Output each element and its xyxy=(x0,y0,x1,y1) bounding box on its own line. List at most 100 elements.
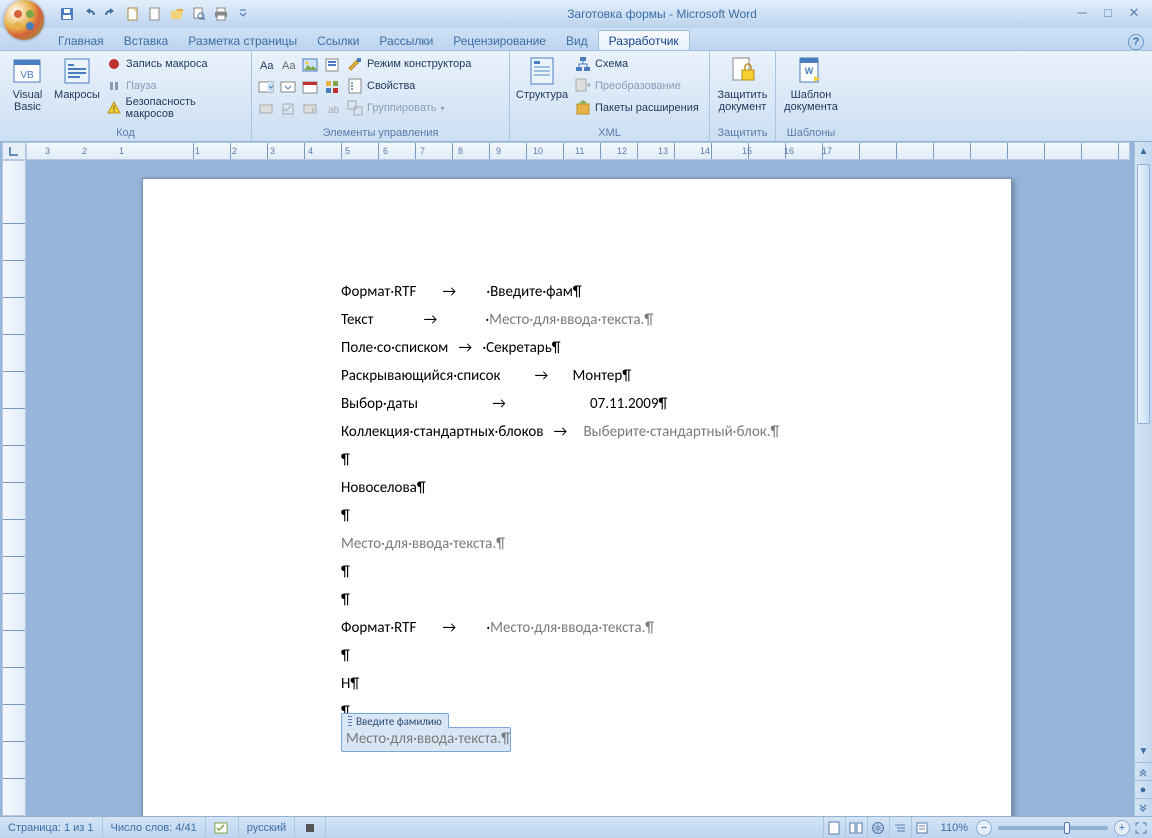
structure-button[interactable]: Структура xyxy=(514,53,570,103)
preview-icon[interactable] xyxy=(190,5,208,23)
save-icon[interactable] xyxy=(58,5,76,23)
zoom-level[interactable]: 110% xyxy=(933,817,976,838)
tab-references[interactable]: Ссылки xyxy=(307,31,369,50)
picture-control-icon[interactable] xyxy=(300,55,320,75)
tab-selector[interactable] xyxy=(2,142,26,160)
print-icon[interactable] xyxy=(212,5,230,23)
schema-label: Схема xyxy=(595,58,628,70)
proofing-status[interactable] xyxy=(206,817,239,838)
content-control-title[interactable]: Введите фамилию xyxy=(341,713,449,728)
tab-layout[interactable]: Разметка страницы xyxy=(178,31,307,50)
tab-insert[interactable]: Вставка xyxy=(114,31,179,50)
text-line[interactable]: Н¶ xyxy=(341,675,359,693)
combobox-control-icon[interactable] xyxy=(256,77,276,97)
zoom-slider[interactable] xyxy=(998,826,1108,830)
richtext-control-icon[interactable]: Aa xyxy=(256,55,276,75)
new-icon[interactable] xyxy=(124,5,142,23)
placeholder-text[interactable]: Место·для·ввода·текста. xyxy=(489,311,653,329)
macro-record-status[interactable] xyxy=(295,817,326,838)
expansion-packs-button[interactable]: Пакеты расширения xyxy=(572,97,702,119)
draft-view-icon[interactable] xyxy=(911,817,933,838)
fullscreen-reading-view-icon[interactable] xyxy=(845,817,867,838)
zoom-slider-thumb[interactable] xyxy=(1064,822,1070,834)
maximize-button[interactable]: □ xyxy=(1098,7,1118,21)
placeholder-text[interactable]: Выберите·стандартный·блок. xyxy=(583,423,779,441)
tab-arrow: → xyxy=(490,395,508,413)
tab-review[interactable]: Рецензирование xyxy=(443,31,556,50)
value[interactable]: Монтер xyxy=(572,367,631,385)
legacy-controls-gallery: ab xyxy=(256,99,342,119)
content-control[interactable]: Введите фамилию Место·для·ввода·текста.¶ xyxy=(341,727,511,752)
content-control-placeholder[interactable]: Место·для·ввода·текста.¶ xyxy=(342,728,510,750)
ruler-number: 17 xyxy=(822,146,832,156)
language-status[interactable]: русский xyxy=(239,817,295,838)
scroll-down-icon[interactable]: ▼ xyxy=(1135,742,1152,760)
text-line[interactable]: Новоселова¶ xyxy=(341,479,426,497)
protect-document-button[interactable]: Защитить документ xyxy=(714,53,771,115)
design-mode-button[interactable]: Режим конструктора xyxy=(344,53,474,75)
window-title: Заготовка формы - Microsoft Word xyxy=(252,7,1072,21)
scroll-thumb[interactable] xyxy=(1137,164,1150,424)
word-count[interactable]: Число слов: 4/41 xyxy=(103,817,206,838)
web-layout-view-icon[interactable] xyxy=(867,817,889,838)
office-button[interactable] xyxy=(4,0,44,40)
page-status[interactable]: Страница: 1 из 1 xyxy=(0,817,103,838)
macros-button[interactable]: Макросы xyxy=(53,53,101,103)
help-icon[interactable]: ? xyxy=(1128,34,1144,50)
placeholder-text[interactable]: Место·для·ввода·текста.¶ xyxy=(341,535,505,553)
previous-page-icon[interactable] xyxy=(1134,762,1152,780)
blank-icon[interactable] xyxy=(146,5,164,23)
datepicker-control-icon[interactable] xyxy=(300,77,320,97)
tab-view[interactable]: Вид xyxy=(556,31,598,50)
tab-developer[interactable]: Разработчик xyxy=(598,30,690,50)
print-layout-view-icon[interactable] xyxy=(823,817,845,838)
group-xml: Структура Схема Преобразование Пакеты ра… xyxy=(510,51,710,141)
schema-button[interactable]: Схема xyxy=(572,53,702,75)
ruler-number: 6 xyxy=(383,146,388,156)
value[interactable]: 07.11.2009 xyxy=(590,395,667,413)
value[interactable]: Введите·фам xyxy=(490,283,582,301)
plaintext-control-icon[interactable]: Aa xyxy=(278,55,298,75)
qat-customize-icon[interactable] xyxy=(234,5,252,23)
record-macro-button[interactable]: Запись макроса xyxy=(103,53,247,75)
page[interactable]: Формат·RTF→·Введите·фам Текст→·Место·для… xyxy=(142,178,1012,816)
macros-icon xyxy=(61,55,93,87)
buildingblock-control-icon[interactable] xyxy=(322,55,342,75)
svg-text:W: W xyxy=(805,66,814,76)
tab-mailings[interactable]: Рассылки xyxy=(369,31,443,50)
properties-button[interactable]: Свойства xyxy=(344,75,474,97)
paragraph-mark: ¶ xyxy=(341,647,350,665)
placeholder-text[interactable]: Место·для·ввода·текста. xyxy=(490,619,654,637)
next-page-icon[interactable] xyxy=(1134,798,1152,816)
legacy-control-3 xyxy=(300,99,320,119)
macro-security-label: Безопасность макросов xyxy=(126,96,244,120)
macro-security-button[interactable]: ! Безопасность макросов xyxy=(103,97,247,119)
group-code-label: Код xyxy=(4,126,247,141)
visual-basic-button[interactable]: VB Visual Basic xyxy=(4,53,51,115)
zoom-out-button[interactable]: − xyxy=(976,820,992,836)
page-content[interactable]: Формат·RTF→·Введите·фам Текст→·Место·для… xyxy=(143,179,1011,752)
redo-icon[interactable] xyxy=(102,5,120,23)
dropdown-arrow-icon: ▾ xyxy=(441,104,445,113)
select-browse-object-icon[interactable]: ● xyxy=(1134,780,1152,798)
group-protect: Защитить документ Защитить xyxy=(710,51,776,141)
close-button[interactable]: ✕ xyxy=(1124,7,1144,21)
zoom-in-button[interactable]: + xyxy=(1114,820,1130,836)
value[interactable]: Секретарь xyxy=(486,339,560,357)
open-icon[interactable] xyxy=(168,5,186,23)
zoom-fit-icon[interactable] xyxy=(1130,817,1152,838)
minimize-button[interactable]: ─ xyxy=(1072,7,1092,21)
legacy-tools-icon[interactable] xyxy=(322,77,342,97)
horizontal-ruler[interactable]: 3211234567891011121314151617 xyxy=(26,142,1130,160)
structure-label: Структура xyxy=(516,89,568,101)
visual-basic-icon: VB xyxy=(11,55,43,87)
vertical-scrollbar[interactable]: ▲ ▼ ● xyxy=(1134,142,1152,816)
document-template-button[interactable]: W Шаблон документа xyxy=(780,53,842,115)
undo-icon[interactable] xyxy=(80,5,98,23)
tab-home[interactable]: Главная xyxy=(48,31,114,50)
dropdown-control-icon[interactable] xyxy=(278,77,298,97)
vertical-ruler[interactable] xyxy=(2,160,26,816)
outline-view-icon[interactable] xyxy=(889,817,911,838)
pause-record-button: Пауза xyxy=(103,75,247,97)
scroll-up-icon[interactable]: ▲ xyxy=(1135,142,1152,160)
